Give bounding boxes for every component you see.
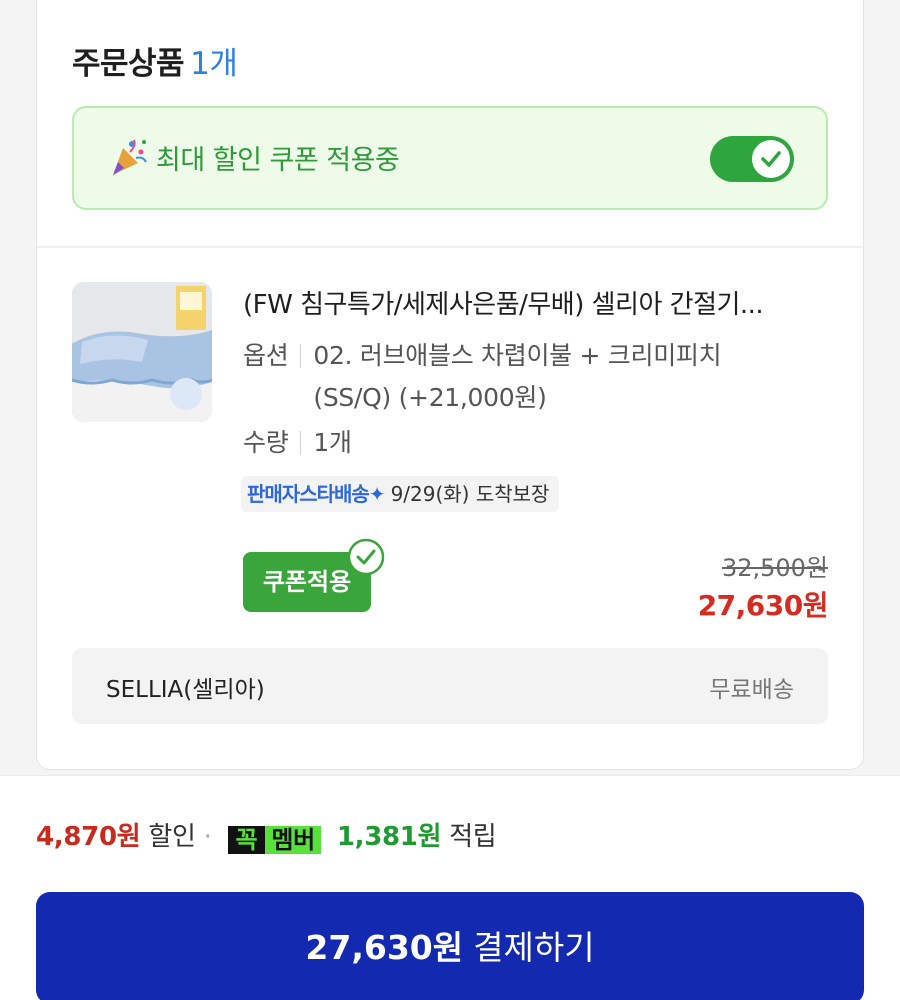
option-separator <box>300 344 302 368</box>
summary-separator: · <box>203 822 212 852</box>
member-badge-prefix: 꼭 <box>227 826 266 854</box>
coupon-banner-text: 최대 할인 쿠폰 적용중 <box>156 145 400 176</box>
points-label: 적립 <box>449 822 497 852</box>
pay-amount: 27,630원 <box>305 928 464 967</box>
quantity-separator <box>300 431 302 455</box>
discount-label: 할인 <box>148 822 196 852</box>
quantity-row: 수량 1개 <box>243 422 352 464</box>
bedding-image <box>72 282 212 422</box>
section-divider <box>37 246 863 248</box>
product-title[interactable]: (FW 침구특가/세제사은품/무배) 셀리아 간절기... <box>243 284 833 321</box>
delivery-date: 9/29(화) 도착보장 <box>390 482 550 506</box>
party-popper-icon <box>113 139 147 175</box>
pay-button[interactable]: 27,630원 결제하기 <box>36 892 864 1000</box>
quantity-label: 수량 <box>243 428 289 457</box>
pay-label: 결제하기 <box>473 928 595 967</box>
benefit-summary: 4,870원 할인 · 꼭 멤버 1,381원 적립 <box>36 816 497 857</box>
points-amount: 1,381원 <box>336 822 442 852</box>
member-badge: 꼭 멤버 <box>227 823 321 857</box>
order-section-title: 주문상품 1개 <box>72 38 238 83</box>
delivery-badge: 판매자스타배송✦ 9/29(화) 도착보장 <box>241 476 560 512</box>
product-thumbnail[interactable] <box>72 282 212 422</box>
option-label: 옵션 <box>243 341 289 370</box>
discount-amount: 4,870원 <box>36 822 141 852</box>
coupon-applied-check-icon <box>347 538 385 576</box>
sale-price: 27,630원 <box>697 589 829 622</box>
original-price: 32,500원 <box>721 554 828 582</box>
check-icon <box>761 151 781 167</box>
checkout-bar: 4,870원 할인 · 꼭 멤버 1,381원 적립 27,630원 결제하기 <box>0 775 900 1000</box>
option-value: 02. 러브애블스 차렵이불 + 크리미피치(SS/Q) (+21,000원) <box>313 341 722 412</box>
seller-star-delivery-label: 판매자스타배송✦ <box>247 482 386 506</box>
toggle-knob <box>752 140 790 178</box>
shipping-fee: 무료배송 <box>709 677 794 703</box>
member-badge-label: 멤버 <box>265 826 321 854</box>
order-count: 1개 <box>190 46 238 82</box>
max-coupon-toggle[interactable] <box>710 136 794 182</box>
quantity-value: 1개 <box>313 428 352 457</box>
seller-info: SELLIA(셀리아) 무료배송 <box>72 648 828 724</box>
order-title-label: 주문상품 <box>72 46 185 82</box>
max-coupon-banner: 최대 할인 쿠폰 적용중 <box>72 106 828 210</box>
option-row: 옵션 02. 러브애블스 차렵이불 + 크리미피치(SS/Q) (+21,000원… <box>243 335 793 419</box>
seller-name[interactable]: SELLIA(셀리아) <box>106 670 265 704</box>
